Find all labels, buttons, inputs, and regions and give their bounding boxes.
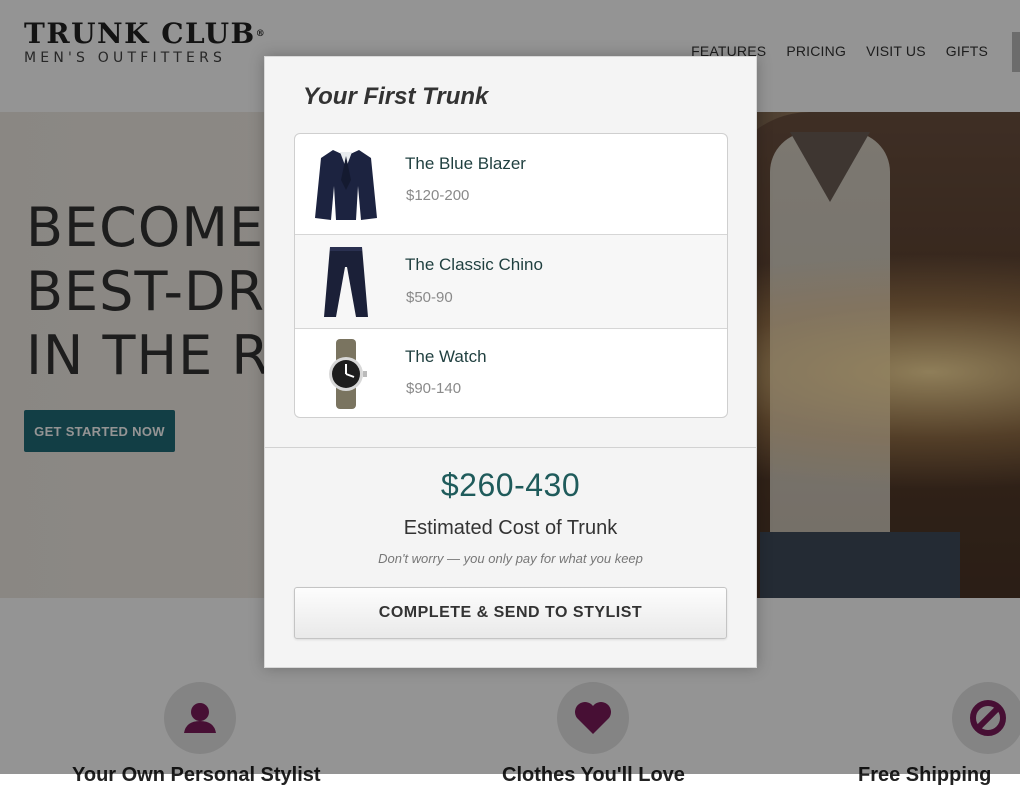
item-name: The Watch — [405, 347, 487, 366]
item-price: $50-90 — [406, 289, 453, 306]
trunk-item[interactable]: The Classic Chino $50-90 — [295, 235, 727, 329]
trunk-item[interactable]: The Watch $90-140 — [295, 329, 727, 417]
estimated-total: $260-430 — [440, 467, 581, 503]
estimated-total-label: Estimated Cost of Trunk — [403, 517, 618, 539]
complete-send-button[interactable]: COMPLETE & SEND TO STYLIST — [294, 587, 727, 639]
payment-note: Don't worry — you only pay for what you … — [378, 551, 643, 566]
item-price: $90-140 — [406, 380, 462, 397]
modal-divider — [265, 447, 756, 448]
trunk-item-list: The Blue Blazer $120-200 The Classic Chi… — [294, 133, 728, 418]
trunk-modal: Your First Trunk The Blue Blazer $120-20… — [264, 56, 757, 668]
modal-title: Your First Trunk — [303, 83, 489, 110]
blazer-icon — [311, 144, 381, 224]
item-name: The Blue Blazer — [405, 154, 526, 173]
watch-icon — [311, 337, 381, 411]
chino-icon — [311, 243, 381, 321]
trunk-item[interactable]: The Blue Blazer $120-200 — [295, 134, 727, 235]
item-name: The Classic Chino — [405, 255, 543, 274]
item-price: $120-200 — [406, 187, 470, 204]
